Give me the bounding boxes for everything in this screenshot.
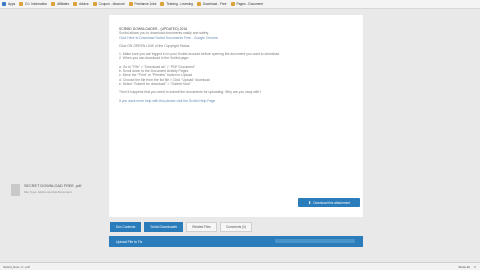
bookmark-item[interactable]: Apps <box>2 2 15 6</box>
bookmark-label: Affiliates <box>57 2 70 6</box>
bookmark-item[interactable]: Affiliates <box>51 2 69 6</box>
document-link[interactable]: If you want more help with this please v… <box>119 99 359 103</box>
document-page: SCRIBD DOWNLOADER - (UPDATED) 2016 Scribd… <box>109 15 363 217</box>
document-body: SCRIBD DOWNLOADER - (UPDATED) 2016 Scribd… <box>119 27 359 103</box>
tab-2[interactable]: Related Files <box>186 222 217 232</box>
bookmark-label: Freelance Jobs <box>134 2 157 6</box>
tab-3[interactable]: Comments (0) <box>219 222 253 232</box>
download-shelf: Scribd_Dow...F...pdf Show all × <box>0 262 480 270</box>
bookmark-item[interactable]: D.I. Information <box>19 2 47 6</box>
bookmark-item[interactable]: Advice <box>73 2 89 6</box>
upload-bar[interactable]: Upload File to Fix <box>109 236 363 247</box>
folder-icon <box>19 2 24 6</box>
folder-icon <box>73 2 78 6</box>
download-label: Download this attachment <box>313 200 351 205</box>
bookmark-item[interactable]: Coupon - discount <box>92 2 125 6</box>
folder-icon <box>92 2 97 6</box>
apps-icon <box>2 2 6 6</box>
bookmark-label: D.I. Information <box>25 2 48 6</box>
downloaded-file-chip[interactable]: Scribd_Dow...F...pdf <box>3 265 30 269</box>
bookmarks-bar: Apps D.I. Information Affiliates Advice Coup… <box>0 0 480 9</box>
bookmark-label: Coupon - discount <box>98 2 125 6</box>
folder-icon <box>128 2 133 6</box>
bookmark-item[interactable]: Freelance Jobs <box>128 2 157 6</box>
tab-1[interactable]: Scribd Downloader <box>144 222 184 232</box>
download-icon: ⬇ <box>307 199 312 205</box>
download-attachment-button[interactable]: ⬇ Download this attachment <box>298 198 360 207</box>
folder-icon <box>196 2 201 6</box>
bookmark-label: Download - Free <box>202 2 227 6</box>
upload-progress-track <box>275 239 355 243</box>
folder-icon <box>51 2 56 6</box>
bookmark-item[interactable]: Pages - Document <box>230 2 263 6</box>
tab-bar: Doc Contents Scribd Downloader Related Fil… <box>110 222 253 232</box>
bookmark-label: Training - Learning <box>166 2 193 6</box>
bookmark-item[interactable]: Download - Free <box>196 2 227 6</box>
show-all-link[interactable]: Show all <box>458 265 469 269</box>
folder-icon <box>160 2 165 6</box>
upload-bar-label: Upload File to Fix <box>116 239 143 244</box>
attachment-name[interactable]: SECRET DOWNLOAD FREE .pdf <box>24 184 81 188</box>
attachment-meta: File Type: Adobe Acrobat Document <box>24 190 72 194</box>
bookmark-label: Pages - Document <box>236 2 263 6</box>
bookmark-label: Advice <box>79 2 89 6</box>
close-icon[interactable]: × <box>474 264 476 269</box>
folder-icon <box>230 2 235 6</box>
bookmark-item[interactable]: Training - Learning <box>160 2 193 6</box>
bookmark-label: Apps <box>8 2 16 6</box>
pdf-file-icon <box>11 184 20 196</box>
tab-0[interactable]: Doc Contents <box>110 222 142 232</box>
